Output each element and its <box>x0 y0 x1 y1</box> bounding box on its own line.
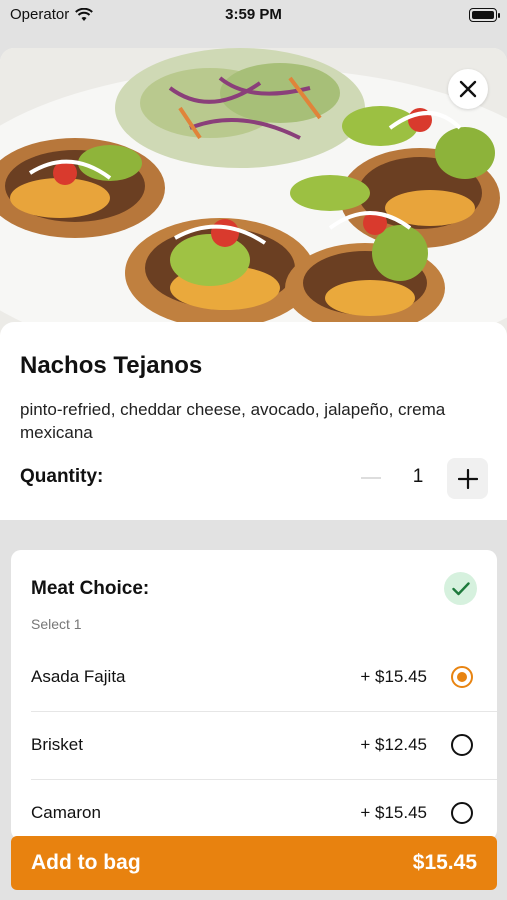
quantity-label: Quantity: <box>20 466 104 487</box>
option-name: Asada Fajita <box>31 667 126 686</box>
item-title: Nachos Tejanos <box>20 352 203 379</box>
option-price: + $15.45 <box>360 803 427 822</box>
checkmark-icon <box>451 581 470 595</box>
option-name: Camaron <box>31 803 101 822</box>
add-to-bag-button[interactable]: Add to bag $15.45 <box>11 836 497 890</box>
decrease-quantity-button[interactable] <box>360 468 382 488</box>
radio-selected-icon[interactable] <box>451 666 473 688</box>
meat-choice-card: Meat Choice: Select 1 Asada Fajita + $15… <box>11 550 497 840</box>
option-brisket[interactable]: Brisket + $12.45 <box>31 711 497 779</box>
close-button[interactable] <box>448 69 488 109</box>
plus-icon <box>457 468 478 489</box>
food-photo <box>0 48 507 338</box>
option-asada-fajita[interactable]: Asada Fajita + $15.45 <box>31 643 497 711</box>
meat-choice-subtitle: Select 1 <box>31 616 82 632</box>
item-description: pinto-refried, cheddar cheese, avocado, … <box>20 400 446 442</box>
increase-quantity-button[interactable] <box>447 458 488 499</box>
status-time: 3:59 PM <box>225 6 282 23</box>
bag-total: $15.45 <box>412 851 477 874</box>
radio-icon[interactable] <box>451 802 473 824</box>
minus-icon <box>361 477 381 479</box>
radio-icon[interactable] <box>451 734 473 756</box>
status-bar: Operator 3:59 PM <box>0 0 507 30</box>
option-price: + $15.45 <box>360 667 427 686</box>
option-name: Brisket <box>31 735 83 754</box>
option-camaron[interactable]: Camaron + $15.45 <box>31 779 497 840</box>
meat-choice-title: Meat Choice: <box>31 578 150 599</box>
requirement-met-badge <box>444 572 477 605</box>
item-info-panel: Nachos Tejanos pinto-refried, cheddar ch… <box>0 322 507 520</box>
nachos-photo-illustration <box>0 48 507 338</box>
battery-icon <box>469 8 500 22</box>
close-icon <box>459 80 477 98</box>
quantity-value: 1 <box>412 466 424 487</box>
add-to-bag-label: Add to bag <box>31 851 141 874</box>
option-price: + $12.45 <box>360 735 427 754</box>
